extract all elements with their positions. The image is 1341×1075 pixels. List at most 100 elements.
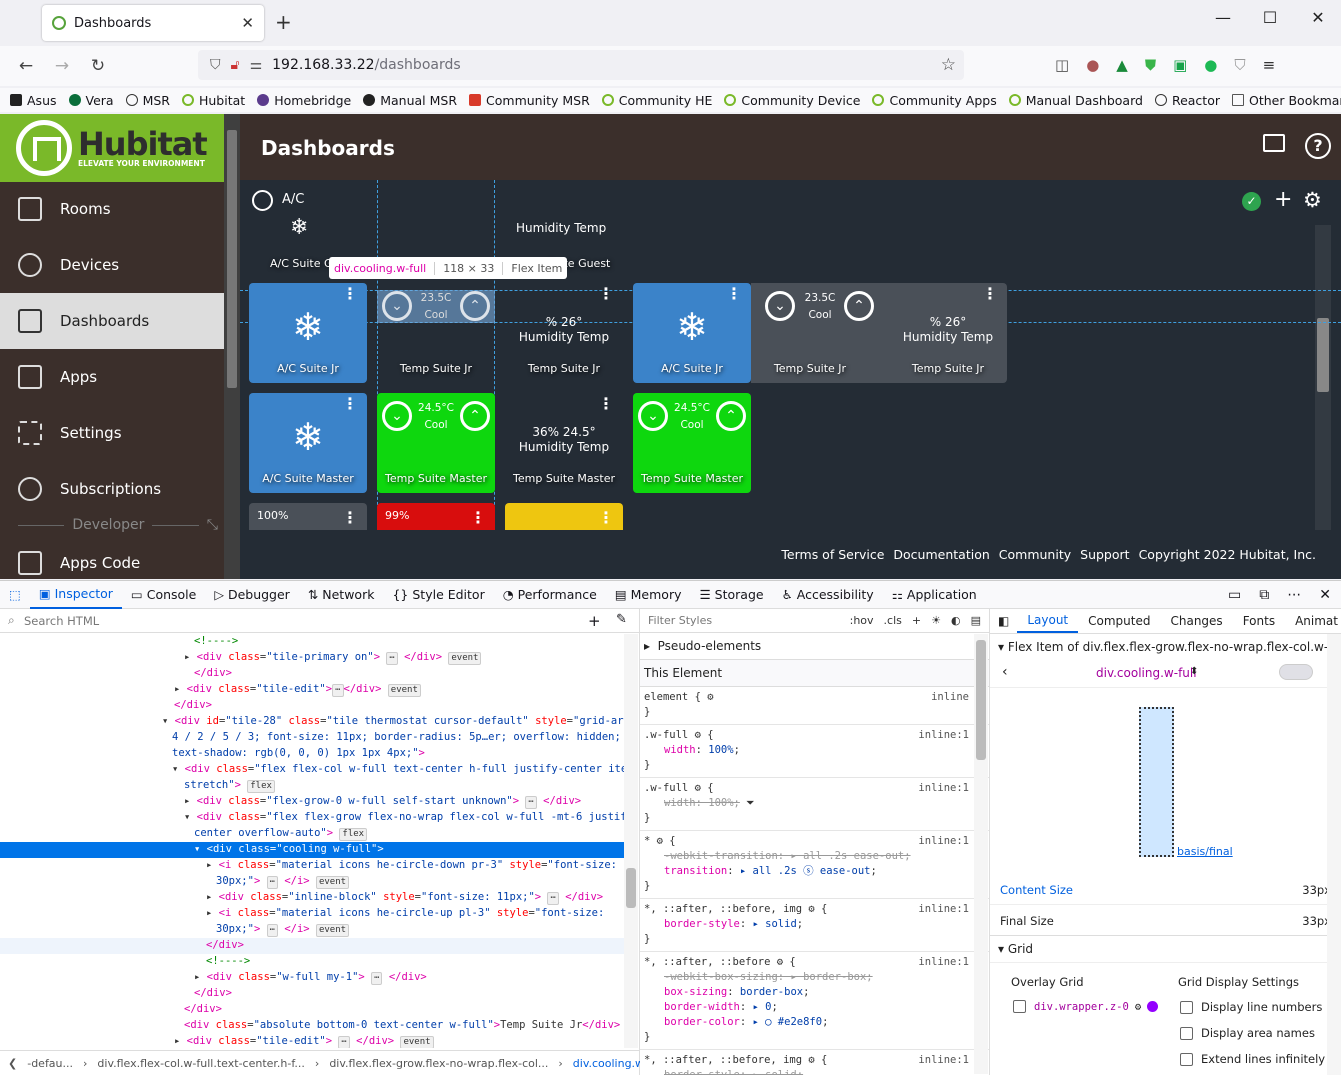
extension-a-icon[interactable]: ▲ <box>1116 56 1128 74</box>
sidebar-item-dashboards[interactable]: Dashboards <box>0 293 224 349</box>
settings-gear-icon[interactable]: ⚙ <box>1303 188 1322 212</box>
bookmark-item[interactable]: Hubitat <box>181 93 245 108</box>
tree-line[interactable]: </div> <box>0 666 624 682</box>
sidebar-toggle-icon[interactable]: ◧ <box>990 614 1017 628</box>
minimize-icon[interactable]: — <box>1203 8 1243 27</box>
bookmark-item[interactable]: Homebridge <box>257 93 351 108</box>
filter-styles-input[interactable]: Filter Styles :hov .cls + ☀ ◐ ▤ <box>640 609 989 633</box>
gear-icon[interactable]: ⚙ <box>1135 1001 1141 1013</box>
tab-inspector[interactable]: ▣ Inspector <box>29 580 122 609</box>
menu-icon[interactable]: ≡ <box>1263 56 1276 74</box>
tree-line[interactable]: <div class="absolute bottom-0 text-cente… <box>0 1018 624 1034</box>
grid-color-swatch[interactable] <box>1147 1001 1159 1012</box>
maximize-icon[interactable]: ☐ <box>1250 8 1290 27</box>
saved-check-icon[interactable]: ✓ <box>1242 192 1261 211</box>
forward-icon[interactable]: → <box>44 56 80 76</box>
tile-menu-icon[interactable]: ⋮ <box>342 286 358 302</box>
tile-ac-suite-master[interactable]: ⋮ ❄ A/C Suite Master <box>249 393 367 493</box>
tile-menu-icon[interactable]: ⋮ <box>470 510 486 526</box>
reload-icon[interactable]: ↻ <box>80 56 116 76</box>
highlight-toggle[interactable] <box>1279 664 1313 680</box>
tab-performance[interactable]: ◔ Performance <box>494 580 606 609</box>
tile-ac-suite-jr[interactable]: ⋮ ❄ A/C Suite Jr <box>249 283 367 383</box>
tile-temp-suite-master-2[interactable]: ⌄ ⌃ 24.5°C Cool Temp Suite Master <box>633 393 751 493</box>
sidebar-scroll-thumb[interactable] <box>227 130 237 388</box>
grid-option[interactable]: Display area names <box>1180 1026 1315 1040</box>
tab-storage[interactable]: ☰ Storage <box>690 580 772 609</box>
footer-link[interactable]: Documentation <box>893 547 989 562</box>
grid-option[interactable]: Display line numbers <box>1180 1000 1322 1014</box>
feedback-icon[interactable] <box>1263 134 1285 152</box>
tree-scroll-thumb[interactable] <box>626 868 636 908</box>
tree-line[interactable]: ▸ <div class="tile-primary on"> ⋯ </div>… <box>0 650 624 666</box>
footer-link[interactable]: Support <box>1080 547 1129 562</box>
tile-ac-suite-jr-2[interactable]: ⋮ ❄ A/C Suite Jr <box>633 283 751 383</box>
flex-item-header[interactable]: ▾ Flex Item of div.flex.flex-grow.flex-n… <box>990 634 1341 660</box>
new-tab-icon[interactable]: + <box>275 10 292 34</box>
bookmark-item[interactable]: Vera <box>68 93 114 108</box>
chevron-down-icon[interactable]: ⬍ <box>1190 666 1198 677</box>
close-tab-icon[interactable]: ✕ <box>241 14 254 32</box>
tile-temp-suite-jr[interactable]: ⌄ ⌃ 23.5C Cool Temp Suite Jr <box>377 283 495 383</box>
grammarly-icon[interactable]: ● <box>1204 56 1217 74</box>
tree-line[interactable]: ▸ <div class="w-full my-1"> ⋯ </div> <box>0 970 624 986</box>
insecure-lock-icon[interactable]: 🔓︎ <box>231 57 240 73</box>
sidebar-item-devices[interactable]: Devices <box>0 237 224 293</box>
footer-link[interactable]: Community <box>999 547 1071 562</box>
tree-line[interactable]: 4 / 2 / 5 / 3; font-size: 11px; border-r… <box>0 730 624 746</box>
permissions-icon[interactable]: ⚌ <box>250 57 263 73</box>
html-tree[interactable]: <!----> ▸ <div class="tile-primary on"> … <box>0 634 624 1048</box>
tree-line[interactable]: stretch"> flex <box>0 778 624 794</box>
tab-computed[interactable]: Computed <box>1078 610 1160 632</box>
back-icon[interactable]: ← <box>8 56 44 76</box>
tree-line[interactable]: 30px;"> ⋯ </i> event <box>0 922 624 938</box>
tree-scrollbar[interactable] <box>624 634 638 1048</box>
more-icon[interactable]: ⋯ <box>1287 587 1301 603</box>
responsive-icon[interactable]: ▭ <box>1228 587 1241 603</box>
close-window-icon[interactable]: ✕ <box>1298 8 1338 27</box>
bookmark-item[interactable]: Community HE <box>601 93 712 108</box>
dark-theme-icon[interactable]: ◐ <box>951 614 961 627</box>
tree-line[interactable]: ▸ <div class="tile-edit"> ⋯ </div> event <box>0 1034 624 1048</box>
help-icon[interactable]: ? <box>1305 133 1331 159</box>
tab-layout[interactable]: Layout <box>1017 609 1079 633</box>
dashboard-home-icon[interactable] <box>252 190 273 211</box>
tile-menu-icon[interactable]: ⋮ <box>598 396 614 412</box>
add-node-icon[interactable]: + <box>588 612 601 630</box>
light-theme-icon[interactable]: ☀ <box>931 614 941 627</box>
overlay-checkbox[interactable] <box>1013 1000 1026 1013</box>
tab-console[interactable]: ▭ Console <box>122 580 205 609</box>
extension-shield-icon[interactable]: ⛉ <box>1234 56 1245 74</box>
tab-debugger[interactable]: ▷ Debugger <box>205 580 298 609</box>
tree-line[interactable]: </div> <box>0 986 624 1002</box>
tab-style-editor[interactable]: {} Style Editor <box>383 580 493 609</box>
pseudo-elements-header[interactable]: ▸ Pseudo-elements <box>640 633 989 660</box>
css-rule[interactable]: *, ::after, ::before, img ⚙ {border-styl… <box>640 1050 989 1075</box>
bookmark-item[interactable]: Reactor <box>1154 93 1220 108</box>
tab-accessibility[interactable]: ♿ Accessibility <box>773 580 883 609</box>
tile-menu-icon[interactable]: ⋮ <box>598 286 614 302</box>
search-html-input[interactable]: Search HTML <box>0 609 640 633</box>
flex-selector-dropdown[interactable]: div.cooling.w-full <box>1096 666 1197 680</box>
tree-line[interactable]: <!----> <box>0 634 624 650</box>
css-rule[interactable]: element { ⚙} inline <box>640 687 989 725</box>
tree-line[interactable]: </div> <box>0 938 624 954</box>
bookmark-item[interactable]: Community MSR <box>469 93 590 108</box>
ublock-icon[interactable]: ⛊ <box>1145 56 1156 74</box>
dashboard-scroll-thumb[interactable] <box>1317 318 1329 392</box>
add-tile-icon[interactable]: + <box>1274 187 1292 212</box>
other-bookmarks[interactable]: Other Bookmarks <box>1232 93 1341 108</box>
account-icon[interactable]: ● <box>1086 56 1099 74</box>
tree-line[interactable]: center overflow-auto"> flex <box>0 826 624 842</box>
tree-line[interactable]: ▸ <i class="material icons he-circle-up … <box>0 906 624 922</box>
element-picker-icon[interactable]: ⬚ <box>0 580 30 609</box>
bookmark-item[interactable]: Community Apps <box>872 93 997 108</box>
tree-line[interactable]: ▾ <div id="tile-28" class="tile thermost… <box>0 714 624 730</box>
collapse-icon[interactable]: ⤡ <box>207 517 218 533</box>
bookmark-item[interactable]: Asus <box>10 93 57 108</box>
tree-line[interactable]: text-shadow: rgb(0, 0, 0) 1px 1px 4px;"> <box>0 746 624 762</box>
back-icon[interactable]: ‹ <box>1002 664 1008 680</box>
print-media-icon[interactable]: ▤ <box>971 614 981 627</box>
grid-option[interactable]: Extend lines infinitely <box>1180 1052 1325 1066</box>
bookmark-item[interactable]: Community Device <box>724 93 860 108</box>
